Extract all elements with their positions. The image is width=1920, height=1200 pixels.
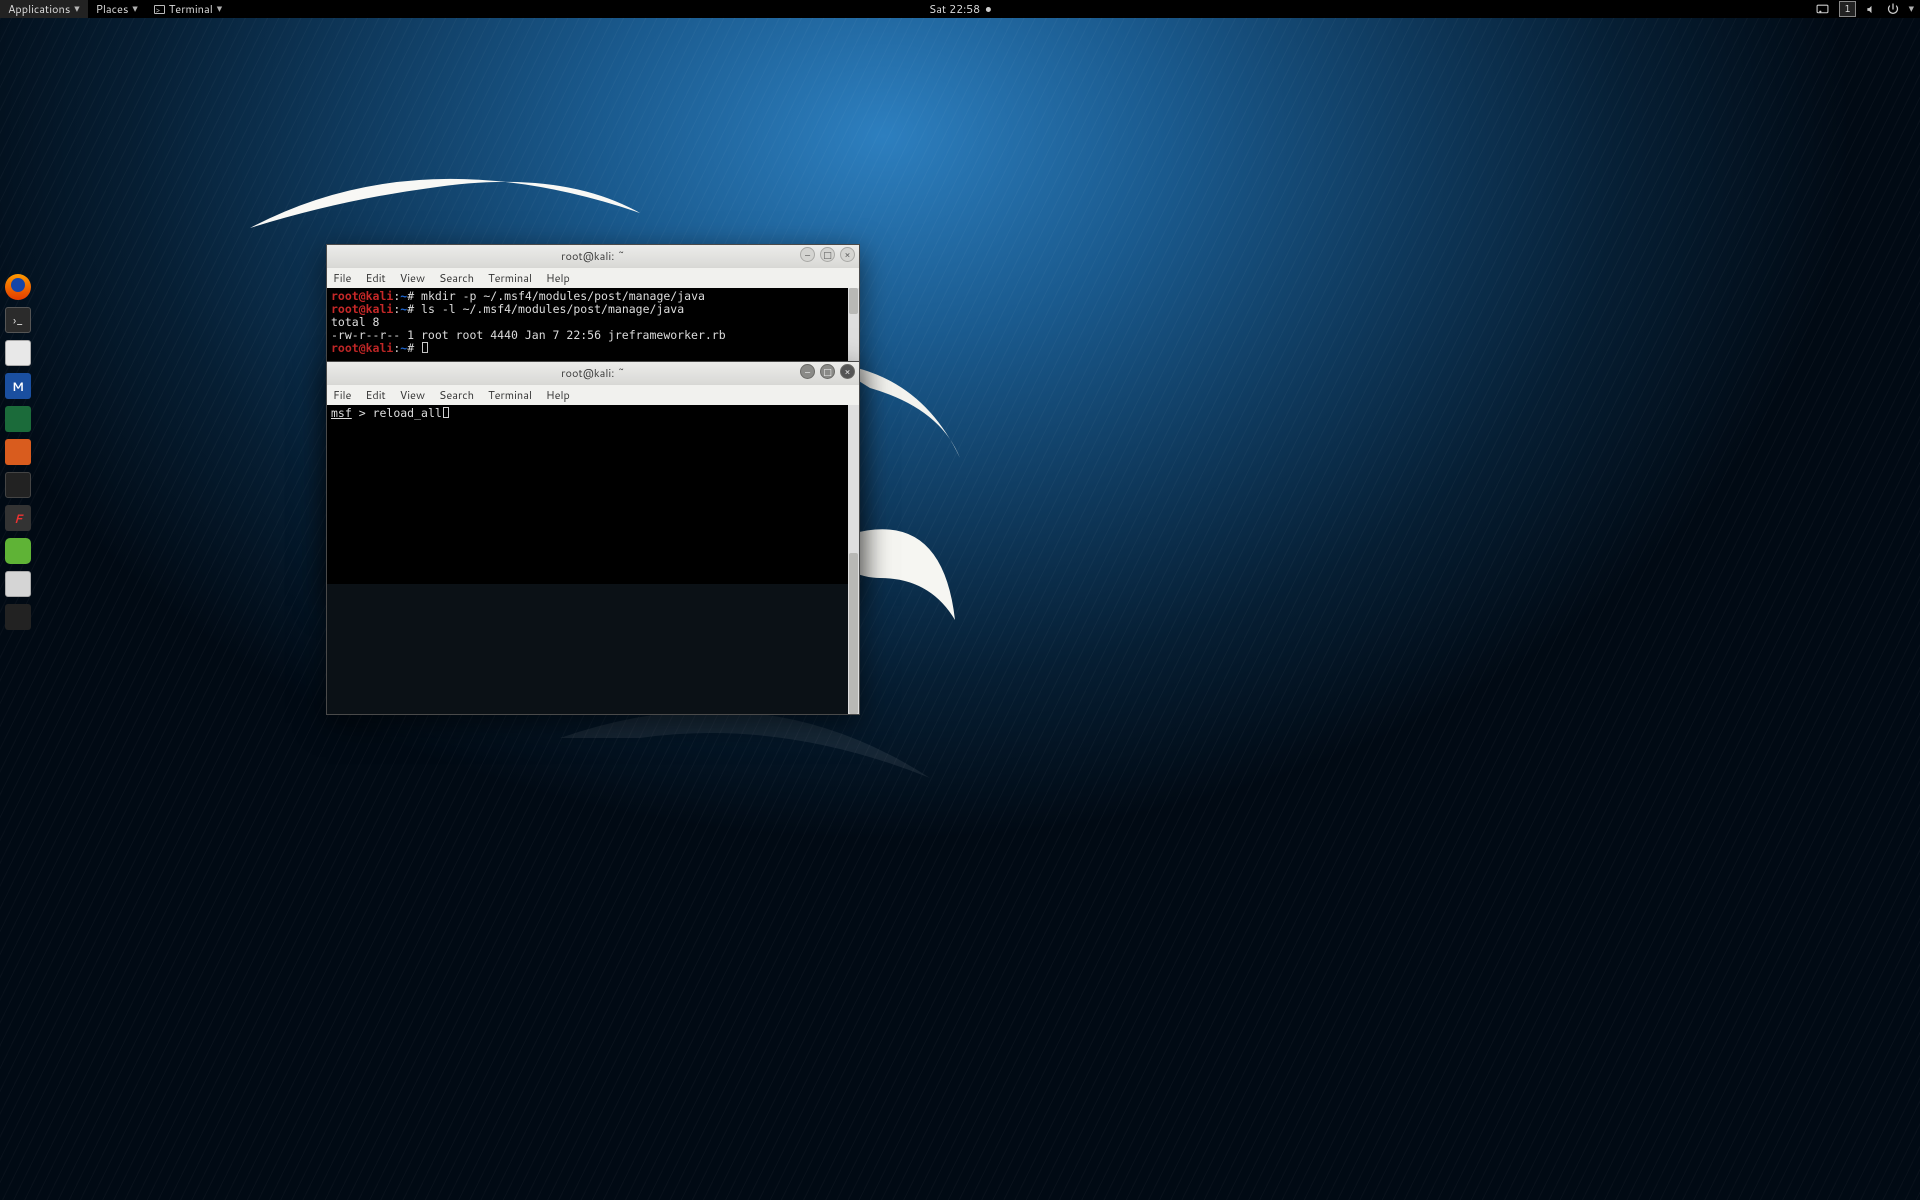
titlebar[interactable]: root@kali: ~ – □ × <box>327 245 859 267</box>
window-title: root@kali: ~ <box>561 248 625 264</box>
titlebar[interactable]: root@kali: ~ – □ × <box>327 362 859 384</box>
chevron-down-icon: ▼ <box>217 4 222 14</box>
maximize-button[interactable]: □ <box>820 364 835 379</box>
workspace-indicator[interactable]: 1 <box>1839 1 1855 17</box>
menu-terminal[interactable]: Terminal <box>488 270 532 286</box>
dock-settings-icon[interactable] <box>5 571 31 597</box>
close-button[interactable]: × <box>840 247 855 262</box>
output-line: -rw-r--r-- 1 root root 4440 Jan 7 22:56 … <box>331 328 726 342</box>
desktop: ›_ M F root@kali: ~ – □ × File Edit View… <box>0 18 1920 1200</box>
screencast-icon[interactable] <box>1816 3 1829 16</box>
dock-maltego-icon[interactable] <box>5 472 31 498</box>
recording-indicator-icon <box>986 7 991 12</box>
minimize-button[interactable]: – <box>800 364 815 379</box>
dock-burp-icon[interactable] <box>5 439 31 465</box>
dock: ›_ M F <box>4 274 32 630</box>
cursor-icon <box>443 407 449 418</box>
msf-prompt: msf <box>331 406 352 420</box>
menu-help[interactable]: Help <box>546 387 570 403</box>
dock-files-icon[interactable] <box>5 340 31 366</box>
dock-show-applications-icon[interactable] <box>5 604 31 630</box>
chevron-down-icon[interactable]: ▼ <box>1909 4 1914 14</box>
applications-menu[interactable]: Applications▼ <box>0 0 88 18</box>
menu-file[interactable]: File <box>333 387 351 403</box>
cmd-line: mkdir -p ~/.msf4/modules/post/manage/jav… <box>421 289 705 303</box>
cmd-line: reload_all <box>373 406 442 420</box>
cursor-icon <box>422 342 428 353</box>
cmd-line: ls -l ~/.msf4/modules/post/manage/java <box>421 302 684 316</box>
dock-armitage-icon[interactable] <box>5 406 31 432</box>
prompt-user: root@kali <box>331 289 393 303</box>
menu-view[interactable]: View <box>400 270 425 286</box>
scrollbar[interactable] <box>848 405 859 714</box>
menu-view[interactable]: View <box>400 387 425 403</box>
top-panel: Applications▼ Places▼ Terminal▼ Sat 22:5… <box>0 0 1920 18</box>
maximize-button[interactable]: □ <box>820 247 835 262</box>
scrollbar-thumb[interactable] <box>849 553 858 714</box>
menu-file[interactable]: File <box>333 270 351 286</box>
menu-edit[interactable]: Edit <box>365 270 385 286</box>
dock-notes-icon[interactable] <box>5 538 31 564</box>
terminal-icon <box>154 5 165 14</box>
menubar: File Edit View Search Terminal Help <box>327 384 859 405</box>
clock[interactable]: Sat 22:58 <box>929 1 991 17</box>
dock-terminal-icon[interactable]: ›_ <box>5 307 31 333</box>
chevron-down-icon: ▼ <box>132 4 137 14</box>
window-title: root@kali: ~ <box>561 365 625 381</box>
minimize-button[interactable]: – <box>800 247 815 262</box>
dock-faraday-icon[interactable]: F <box>5 505 31 531</box>
dock-metasploit-icon[interactable]: M <box>5 373 31 399</box>
scrollbar-thumb[interactable] <box>849 288 858 314</box>
output-line: total 8 <box>331 315 379 329</box>
active-app-menu[interactable]: Terminal▼ <box>146 0 230 18</box>
terminal-window-front[interactable]: root@kali: ~ – □ × File Edit View Search… <box>326 361 860 715</box>
chevron-down-icon: ▼ <box>74 4 79 14</box>
volume-icon[interactable] <box>1866 4 1877 15</box>
menu-search[interactable]: Search <box>439 270 474 286</box>
dock-firefox-icon[interactable] <box>5 274 31 300</box>
menu-terminal[interactable]: Terminal <box>488 387 532 403</box>
power-icon[interactable] <box>1887 3 1899 15</box>
menu-search[interactable]: Search <box>439 387 474 403</box>
menu-help[interactable]: Help <box>546 270 570 286</box>
terminal-content[interactable]: msf > reload_all <box>327 405 859 714</box>
menu-edit[interactable]: Edit <box>365 387 385 403</box>
menubar: File Edit View Search Terminal Help <box>327 267 859 288</box>
close-button[interactable]: × <box>840 364 855 379</box>
places-menu[interactable]: Places▼ <box>88 0 146 18</box>
